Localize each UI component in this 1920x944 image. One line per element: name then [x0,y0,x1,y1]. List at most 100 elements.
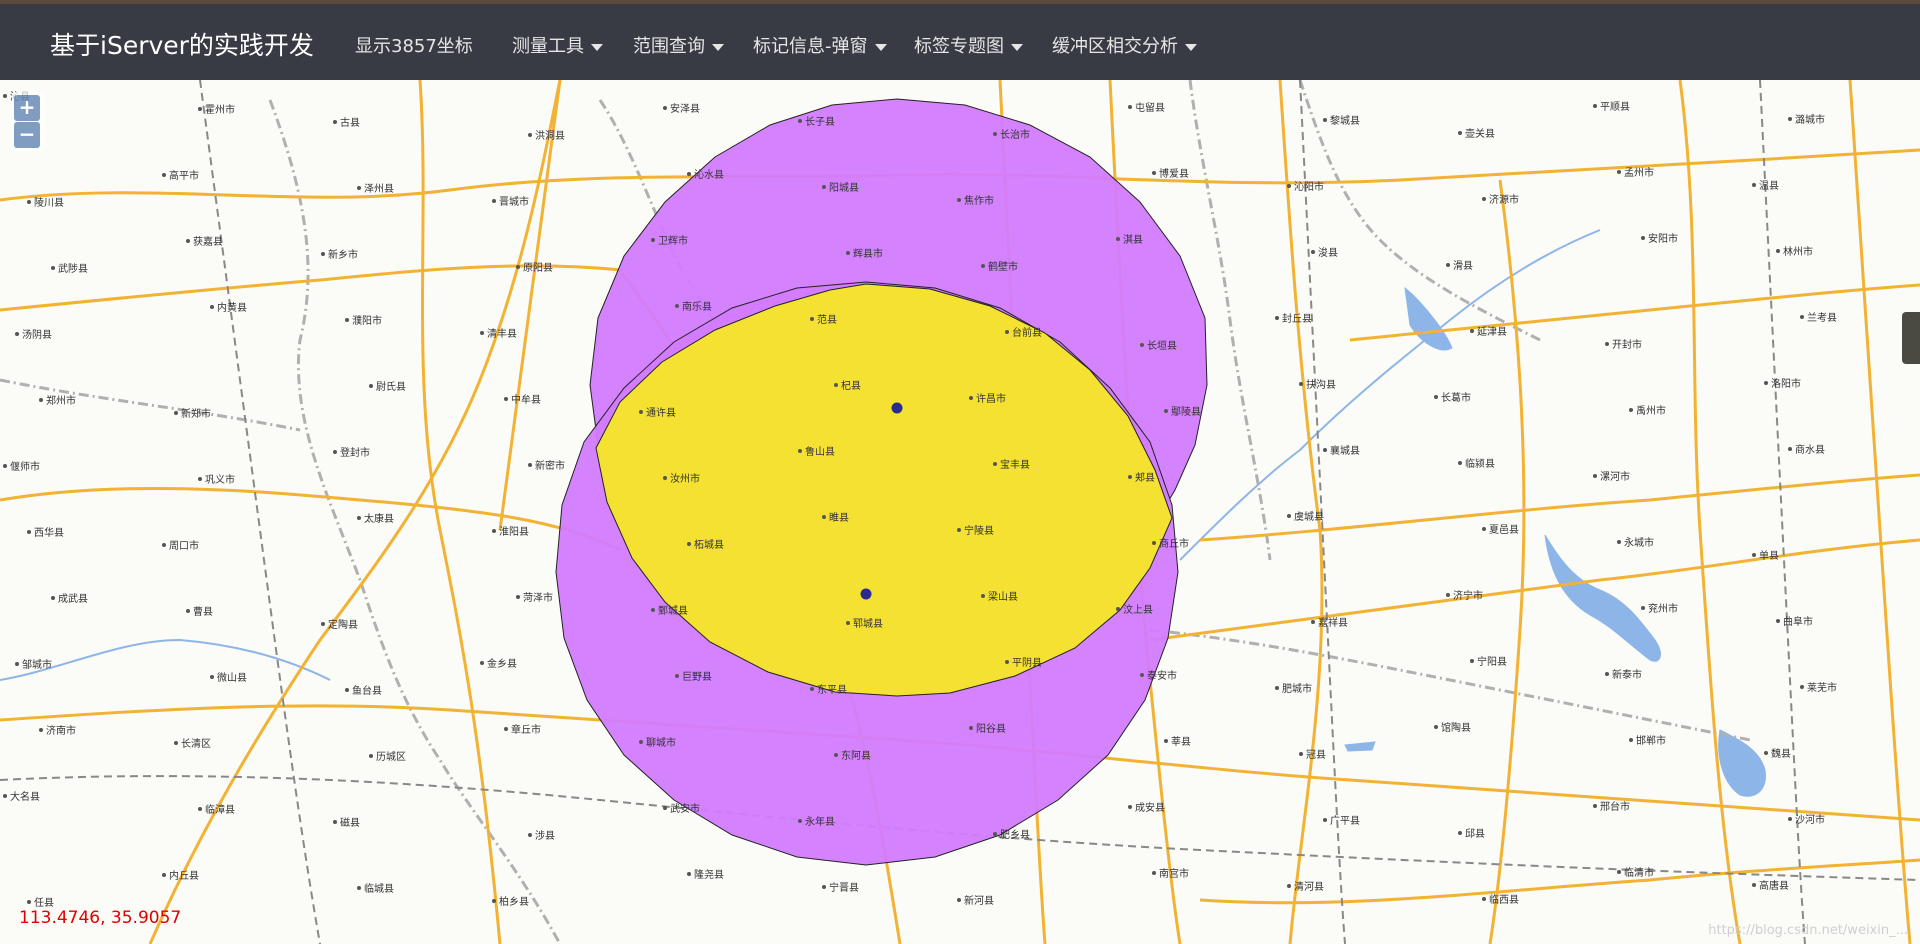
place-label: 沁水县 [694,169,724,181]
place-label: 洪洞县 [535,130,565,142]
place-dot [174,411,178,415]
place-label: 微山县 [217,671,247,684]
place-label: 安泽县 [670,102,700,115]
place-label: 兖州市 [1648,602,1678,615]
place-dot [1788,117,1792,121]
place-dot [1629,738,1633,742]
place-label: 泽州县 [364,183,394,195]
place-label: 西华县 [34,526,64,539]
nav-label: 测量工具 [512,36,584,57]
place-label: 肥城市 [1282,682,1312,695]
place-label: 定陶县 [328,618,358,631]
map-viewport[interactable]: 沁县霍州市古县洪洞县安泽县长子县长治市屯留县黎城县壶关县平顺县潞城市陵川县高平市… [0,80,1920,944]
place-dot [333,450,337,454]
nav-show-3857-coords[interactable]: 显示3857坐标 [355,32,473,58]
place-label: 孟州市 [1624,166,1654,179]
place-dot [3,94,7,98]
place-dot [957,198,961,202]
place-label: 长清区 [181,737,211,750]
place-label: 滑县 [1453,260,1473,272]
buffer-center-point[interactable] [891,402,903,414]
place-label: 金乡县 [487,657,517,670]
place-dot [1446,593,1450,597]
place-dot [1629,408,1633,412]
place-label: 陵川县 [34,197,64,209]
place-label: 济宁市 [1453,589,1483,602]
place-label: 新密市 [535,459,565,472]
place-label: 尉氏县 [376,380,406,393]
layer-switcher-handle[interactable] [1902,312,1920,364]
place-label: 汤阴县 [22,328,52,341]
place-label: 东阿县 [841,749,871,762]
nav-buffer-intersection-analysis[interactable]: 缓冲区相交分析 [1052,32,1197,58]
place-dot [1311,620,1315,624]
place-dot [504,397,508,401]
place-dot [846,251,850,255]
place-dot [981,264,985,268]
place-dot [798,449,802,453]
zoom-out-button[interactable]: − [14,122,40,148]
place-label: 浚县 [1318,246,1338,259]
place-label: 宝丰县 [1000,458,1030,471]
map-canvas[interactable]: 沁县霍州市古县洪洞县安泽县长子县长治市屯留县黎城县壶关县平顺县潞城市陵川县高平市… [0,80,1920,944]
place-label: 开封市 [1612,338,1642,351]
place-label: 成武县 [58,592,88,605]
place-dot [1005,660,1009,664]
place-label: 霍州市 [205,103,235,116]
chevron-down-icon [1011,43,1023,51]
place-label: 卫辉市 [658,234,688,247]
place-dot [822,885,826,889]
place-dot [357,886,361,890]
zoom-in-button[interactable]: + [14,95,40,121]
place-dot [1605,342,1609,346]
place-label: 宁陵县 [964,524,994,537]
nav-label: 范围查询 [633,36,705,57]
place-dot [1275,686,1279,690]
place-label: 宁晋县 [829,881,859,894]
place-dot [1458,131,1462,135]
place-dot [1128,105,1132,109]
place-dot [675,304,679,308]
place-dot [15,332,19,336]
place-dot [492,899,496,903]
place-label: 柏乡县 [499,895,529,908]
place-label: 古县 [340,116,360,129]
place-label: 巨野县 [682,671,712,683]
place-label: 高平市 [169,169,199,182]
place-dot [1593,804,1597,808]
nav-measure-tools[interactable]: 测量工具 [512,32,603,58]
place-dot [480,661,484,665]
place-label: 单县 [1759,550,1779,562]
place-dot [528,133,532,137]
place-dot [369,754,373,758]
place-label: 黎城县 [1330,114,1360,127]
place-dot [1800,315,1804,319]
place-dot [1116,237,1120,241]
place-label: 平阴县 [1012,657,1042,669]
place-dot [1005,330,1009,334]
nav-label-thematic-map[interactable]: 标签专题图 [914,32,1023,58]
place-dot [1152,541,1156,545]
place-label: 商水县 [1795,443,1825,456]
place-dot [357,516,361,520]
nav-range-query[interactable]: 范围查询 [633,32,724,58]
place-label: 虞城县 [1294,510,1324,523]
app-title[interactable]: 基于iServer的实践开发 [50,26,314,62]
place-label: 东平县 [817,683,847,696]
nav-marker-popup[interactable]: 标记信息-弹窗 [753,32,887,58]
place-dot [1752,883,1756,887]
place-dot [687,542,691,546]
place-label: 清河县 [1294,880,1324,893]
place-label: 平顺县 [1600,101,1630,113]
place-dot [3,794,7,798]
boundary-line [268,99,562,944]
place-label: 内丘县 [169,869,199,882]
place-label: 邢台市 [1600,800,1630,813]
buffer-center-point[interactable] [860,588,872,600]
chevron-down-icon [1185,43,1197,51]
place-dot [687,872,691,876]
place-dot [198,807,202,811]
place-label: 汶上县 [1123,603,1153,616]
place-dot [162,173,166,177]
place-dot [1482,197,1486,201]
